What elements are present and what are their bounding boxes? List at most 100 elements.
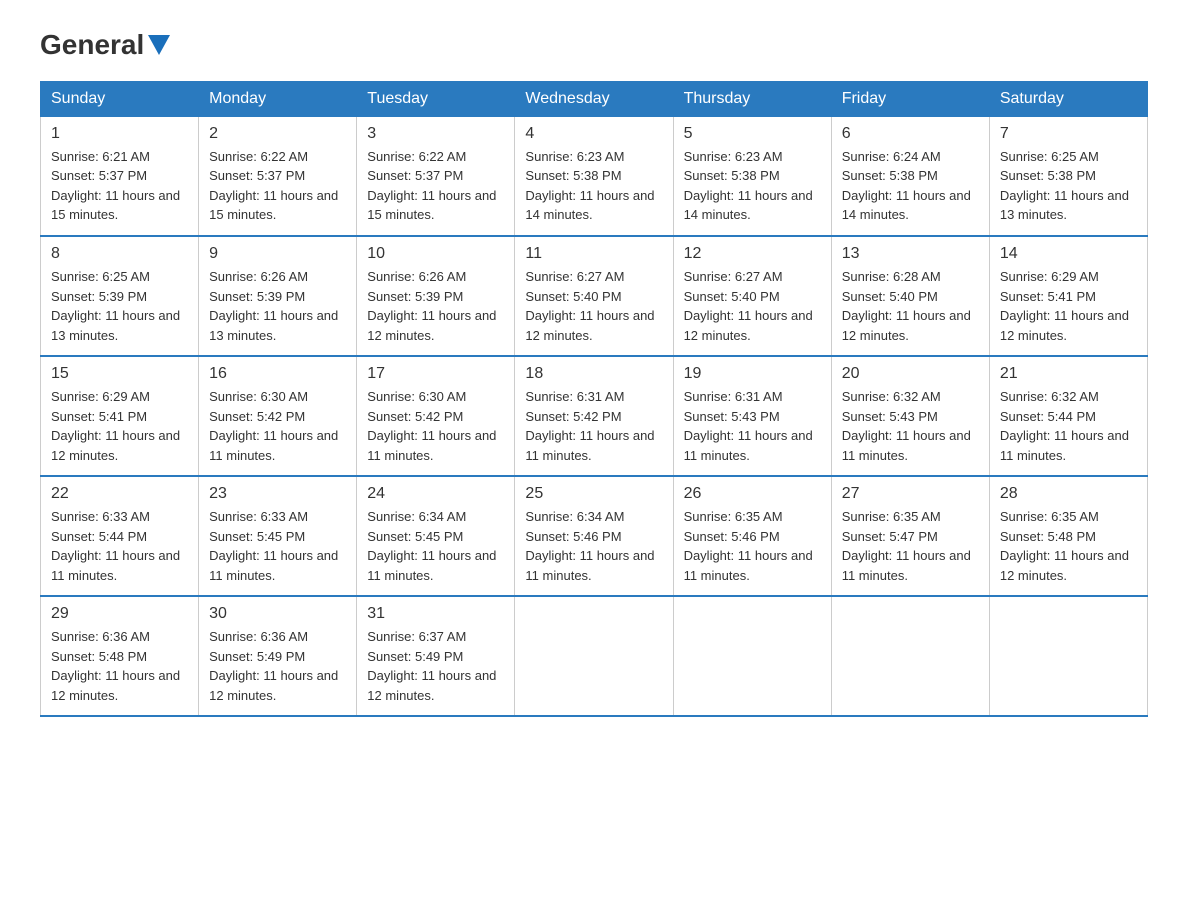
calendar-cell: 16 Sunrise: 6:30 AM Sunset: 5:42 PM Dayl… bbox=[199, 356, 357, 476]
day-info: Sunrise: 6:30 AM Sunset: 5:42 PM Dayligh… bbox=[367, 387, 504, 465]
day-info: Sunrise: 6:33 AM Sunset: 5:44 PM Dayligh… bbox=[51, 507, 188, 585]
day-number: 2 bbox=[209, 125, 346, 143]
calendar-cell: 25 Sunrise: 6:34 AM Sunset: 5:46 PM Dayl… bbox=[515, 476, 673, 596]
day-number: 4 bbox=[525, 125, 662, 143]
calendar-cell bbox=[831, 596, 989, 716]
day-info: Sunrise: 6:36 AM Sunset: 5:48 PM Dayligh… bbox=[51, 627, 188, 705]
day-info: Sunrise: 6:27 AM Sunset: 5:40 PM Dayligh… bbox=[684, 267, 821, 345]
calendar-cell: 26 Sunrise: 6:35 AM Sunset: 5:46 PM Dayl… bbox=[673, 476, 831, 596]
weekday-header-sunday: Sunday bbox=[41, 81, 199, 116]
calendar-cell: 4 Sunrise: 6:23 AM Sunset: 5:38 PM Dayli… bbox=[515, 116, 673, 236]
week-row-4: 22 Sunrise: 6:33 AM Sunset: 5:44 PM Dayl… bbox=[41, 476, 1148, 596]
weekday-header-wednesday: Wednesday bbox=[515, 81, 673, 116]
calendar-cell: 31 Sunrise: 6:37 AM Sunset: 5:49 PM Dayl… bbox=[357, 596, 515, 716]
calendar-cell: 8 Sunrise: 6:25 AM Sunset: 5:39 PM Dayli… bbox=[41, 236, 199, 356]
calendar-cell: 24 Sunrise: 6:34 AM Sunset: 5:45 PM Dayl… bbox=[357, 476, 515, 596]
day-number: 16 bbox=[209, 365, 346, 383]
calendar-cell: 7 Sunrise: 6:25 AM Sunset: 5:38 PM Dayli… bbox=[989, 116, 1147, 236]
calendar-cell: 10 Sunrise: 6:26 AM Sunset: 5:39 PM Dayl… bbox=[357, 236, 515, 356]
day-info: Sunrise: 6:34 AM Sunset: 5:46 PM Dayligh… bbox=[525, 507, 662, 585]
day-info: Sunrise: 6:36 AM Sunset: 5:49 PM Dayligh… bbox=[209, 627, 346, 705]
day-info: Sunrise: 6:35 AM Sunset: 5:48 PM Dayligh… bbox=[1000, 507, 1137, 585]
day-number: 29 bbox=[51, 605, 188, 623]
calendar-table: SundayMondayTuesdayWednesdayThursdayFrid… bbox=[40, 81, 1148, 718]
day-info: Sunrise: 6:21 AM Sunset: 5:37 PM Dayligh… bbox=[51, 147, 188, 225]
day-info: Sunrise: 6:32 AM Sunset: 5:43 PM Dayligh… bbox=[842, 387, 979, 465]
week-row-1: 1 Sunrise: 6:21 AM Sunset: 5:37 PM Dayli… bbox=[41, 116, 1148, 236]
calendar-cell: 1 Sunrise: 6:21 AM Sunset: 5:37 PM Dayli… bbox=[41, 116, 199, 236]
day-info: Sunrise: 6:29 AM Sunset: 5:41 PM Dayligh… bbox=[1000, 267, 1137, 345]
week-row-5: 29 Sunrise: 6:36 AM Sunset: 5:48 PM Dayl… bbox=[41, 596, 1148, 716]
day-info: Sunrise: 6:35 AM Sunset: 5:47 PM Dayligh… bbox=[842, 507, 979, 585]
calendar-cell: 29 Sunrise: 6:36 AM Sunset: 5:48 PM Dayl… bbox=[41, 596, 199, 716]
day-number: 24 bbox=[367, 485, 504, 503]
day-info: Sunrise: 6:26 AM Sunset: 5:39 PM Dayligh… bbox=[367, 267, 504, 345]
page-header: General bbox=[40, 30, 1148, 61]
calendar-cell bbox=[989, 596, 1147, 716]
day-number: 10 bbox=[367, 245, 504, 263]
day-number: 31 bbox=[367, 605, 504, 623]
day-number: 9 bbox=[209, 245, 346, 263]
day-number: 14 bbox=[1000, 245, 1137, 263]
day-number: 30 bbox=[209, 605, 346, 623]
day-number: 19 bbox=[684, 365, 821, 383]
day-number: 27 bbox=[842, 485, 979, 503]
day-info: Sunrise: 6:23 AM Sunset: 5:38 PM Dayligh… bbox=[525, 147, 662, 225]
day-info: Sunrise: 6:27 AM Sunset: 5:40 PM Dayligh… bbox=[525, 267, 662, 345]
day-info: Sunrise: 6:37 AM Sunset: 5:49 PM Dayligh… bbox=[367, 627, 504, 705]
logo: General bbox=[40, 30, 170, 61]
day-number: 25 bbox=[525, 485, 662, 503]
day-number: 11 bbox=[525, 245, 662, 263]
weekday-header-tuesday: Tuesday bbox=[357, 81, 515, 116]
calendar-cell: 30 Sunrise: 6:36 AM Sunset: 5:49 PM Dayl… bbox=[199, 596, 357, 716]
weekday-header-monday: Monday bbox=[199, 81, 357, 116]
calendar-cell: 3 Sunrise: 6:22 AM Sunset: 5:37 PM Dayli… bbox=[357, 116, 515, 236]
weekday-header-friday: Friday bbox=[831, 81, 989, 116]
weekday-header-saturday: Saturday bbox=[989, 81, 1147, 116]
logo-line1: General bbox=[40, 30, 170, 61]
day-number: 23 bbox=[209, 485, 346, 503]
calendar-cell: 12 Sunrise: 6:27 AM Sunset: 5:40 PM Dayl… bbox=[673, 236, 831, 356]
day-info: Sunrise: 6:22 AM Sunset: 5:37 PM Dayligh… bbox=[367, 147, 504, 225]
day-info: Sunrise: 6:24 AM Sunset: 5:38 PM Dayligh… bbox=[842, 147, 979, 225]
day-info: Sunrise: 6:31 AM Sunset: 5:42 PM Dayligh… bbox=[525, 387, 662, 465]
calendar-cell bbox=[515, 596, 673, 716]
calendar-cell: 18 Sunrise: 6:31 AM Sunset: 5:42 PM Dayl… bbox=[515, 356, 673, 476]
calendar-cell: 5 Sunrise: 6:23 AM Sunset: 5:38 PM Dayli… bbox=[673, 116, 831, 236]
day-number: 13 bbox=[842, 245, 979, 263]
calendar-cell: 11 Sunrise: 6:27 AM Sunset: 5:40 PM Dayl… bbox=[515, 236, 673, 356]
day-number: 3 bbox=[367, 125, 504, 143]
calendar-cell: 27 Sunrise: 6:35 AM Sunset: 5:47 PM Dayl… bbox=[831, 476, 989, 596]
day-number: 1 bbox=[51, 125, 188, 143]
calendar-cell: 22 Sunrise: 6:33 AM Sunset: 5:44 PM Dayl… bbox=[41, 476, 199, 596]
day-number: 26 bbox=[684, 485, 821, 503]
day-number: 22 bbox=[51, 485, 188, 503]
day-number: 5 bbox=[684, 125, 821, 143]
day-number: 18 bbox=[525, 365, 662, 383]
day-number: 17 bbox=[367, 365, 504, 383]
day-number: 15 bbox=[51, 365, 188, 383]
calendar-cell: 9 Sunrise: 6:26 AM Sunset: 5:39 PM Dayli… bbox=[199, 236, 357, 356]
calendar-cell: 20 Sunrise: 6:32 AM Sunset: 5:43 PM Dayl… bbox=[831, 356, 989, 476]
day-info: Sunrise: 6:31 AM Sunset: 5:43 PM Dayligh… bbox=[684, 387, 821, 465]
calendar-cell: 19 Sunrise: 6:31 AM Sunset: 5:43 PM Dayl… bbox=[673, 356, 831, 476]
day-number: 28 bbox=[1000, 485, 1137, 503]
calendar-cell: 13 Sunrise: 6:28 AM Sunset: 5:40 PM Dayl… bbox=[831, 236, 989, 356]
day-info: Sunrise: 6:28 AM Sunset: 5:40 PM Dayligh… bbox=[842, 267, 979, 345]
day-number: 21 bbox=[1000, 365, 1137, 383]
day-info: Sunrise: 6:25 AM Sunset: 5:38 PM Dayligh… bbox=[1000, 147, 1137, 225]
day-info: Sunrise: 6:35 AM Sunset: 5:46 PM Dayligh… bbox=[684, 507, 821, 585]
calendar-cell: 23 Sunrise: 6:33 AM Sunset: 5:45 PM Dayl… bbox=[199, 476, 357, 596]
calendar-cell: 17 Sunrise: 6:30 AM Sunset: 5:42 PM Dayl… bbox=[357, 356, 515, 476]
calendar-cell: 28 Sunrise: 6:35 AM Sunset: 5:48 PM Dayl… bbox=[989, 476, 1147, 596]
day-number: 6 bbox=[842, 125, 979, 143]
day-info: Sunrise: 6:22 AM Sunset: 5:37 PM Dayligh… bbox=[209, 147, 346, 225]
calendar-cell: 2 Sunrise: 6:22 AM Sunset: 5:37 PM Dayli… bbox=[199, 116, 357, 236]
day-info: Sunrise: 6:29 AM Sunset: 5:41 PM Dayligh… bbox=[51, 387, 188, 465]
week-row-2: 8 Sunrise: 6:25 AM Sunset: 5:39 PM Dayli… bbox=[41, 236, 1148, 356]
day-info: Sunrise: 6:23 AM Sunset: 5:38 PM Dayligh… bbox=[684, 147, 821, 225]
day-info: Sunrise: 6:25 AM Sunset: 5:39 PM Dayligh… bbox=[51, 267, 188, 345]
day-info: Sunrise: 6:26 AM Sunset: 5:39 PM Dayligh… bbox=[209, 267, 346, 345]
week-row-3: 15 Sunrise: 6:29 AM Sunset: 5:41 PM Dayl… bbox=[41, 356, 1148, 476]
day-number: 7 bbox=[1000, 125, 1137, 143]
